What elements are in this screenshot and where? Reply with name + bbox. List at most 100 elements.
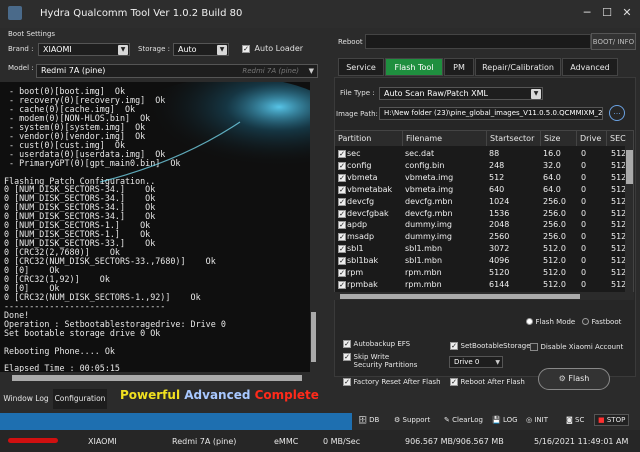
boot-info-button[interactable]: BOOT/ INFO (591, 33, 636, 50)
fastboot-radio[interactable]: Fastboot (582, 317, 621, 326)
support-button[interactable]: ⚙ Support (394, 416, 430, 424)
table-scrollbar[interactable] (625, 146, 633, 295)
table-cell: rpm (347, 268, 364, 277)
row-checkbox[interactable]: ✓ (338, 173, 346, 182)
row-checkbox[interactable]: ✓ (338, 197, 346, 206)
col-partition[interactable]: Partition (335, 131, 403, 146)
clearlog-label: ClearLog (452, 416, 483, 424)
setbootable-label: SetBootableStorage (460, 342, 531, 350)
table-cell: 512 (611, 256, 627, 266)
skip-write-checkbox[interactable]: ✓ Skip Write Security Partitions (343, 353, 423, 369)
db-button[interactable]: 🗄 DB (358, 416, 379, 424)
table-cell: devcfg (347, 196, 375, 206)
row-checkbox[interactable]: ✓ (338, 245, 346, 254)
maximize-icon[interactable]: ☐ (598, 5, 616, 21)
window-title: Hydra Qualcomm Tool Ver 1.0.2 Build 80 (40, 8, 243, 19)
col-sec[interactable]: SEC (607, 131, 633, 146)
reboot-select[interactable] (365, 34, 591, 49)
table-cell: sec.dat (405, 149, 435, 158)
brand-select[interactable]: XIAOMI ▼ (38, 43, 130, 56)
image-path-input[interactable]: H:\New folder (23)\pine_global_images_V1… (379, 107, 603, 120)
row-checkbox[interactable]: ✓ (338, 185, 346, 194)
col-filename[interactable]: Filename (403, 131, 487, 146)
storage-select[interactable]: Auto ▼ (173, 43, 229, 56)
model-select[interactable]: Redmi 7A (pine) Redmi 7A (pine) ▼ (36, 64, 318, 78)
row-checkbox[interactable]: ✓ (338, 150, 346, 158)
table-cell: vbmeta.img (405, 172, 454, 182)
flash-mode-radio[interactable]: Flash Mode (526, 317, 575, 326)
checkbox-checked-icon: ✓ (343, 377, 351, 386)
tab-configuration[interactable]: Configuration (53, 389, 107, 409)
row-checkbox[interactable]: ✓ (338, 233, 346, 242)
tab-window-log[interactable]: Window Log (0, 389, 52, 409)
minimize-icon[interactable]: ─ (578, 5, 596, 21)
init-button[interactable]: ◎ INIT (526, 416, 548, 424)
tab-advanced[interactable]: Advanced (562, 58, 618, 76)
table-cell: 64.0 (543, 172, 561, 182)
table-scrollbar-thumb[interactable] (626, 150, 633, 184)
col-startsector[interactable]: Startsector (487, 131, 541, 146)
chevron-down-icon: ▼ (531, 89, 541, 99)
tab-service[interactable]: Service (338, 58, 384, 76)
table-cell: 512 (611, 279, 627, 289)
setbootable-checkbox[interactable]: ✓ SetBootableStorage (450, 341, 531, 350)
table-cell: 640 (489, 184, 505, 194)
partition-table: Partition Filename Startsector Size Driv… (334, 130, 634, 296)
footer-model: Redmi 7A (pine) (172, 437, 237, 446)
tab-pm[interactable]: PM (444, 58, 474, 76)
flash-button-label: Flash (568, 374, 590, 383)
row-checkbox[interactable]: ✓ (338, 209, 346, 218)
log-hscrollbar-thumb[interactable] (12, 375, 302, 381)
chevron-down-icon: ▼ (217, 45, 227, 55)
table-cell: 4096 (489, 256, 510, 266)
model-hint: Redmi 7A (pine) (242, 67, 299, 75)
drive-select[interactable]: Drive 0 ▼ (449, 356, 503, 368)
col-drive[interactable]: Drive (577, 131, 607, 146)
autobackup-efs-checkbox[interactable]: ✓ Autobackup EFS (343, 339, 410, 348)
table-cell: vbmeta.img (405, 184, 454, 194)
table-cell: 1536 (489, 208, 510, 218)
table-cell: msadp (347, 232, 375, 242)
file-type-select[interactable]: Auto Scan Raw/Patch XML ▼ (379, 87, 543, 100)
clearlog-button[interactable]: ✎ ClearLog (444, 416, 483, 424)
table-cell: 0 (581, 220, 587, 230)
table-cell: 512 (611, 232, 627, 242)
flash-button[interactable]: ⚙ Flash (538, 368, 610, 390)
table-hscrollbar-thumb[interactable] (340, 294, 580, 299)
tab-flash-tool[interactable]: Flash Tool (385, 58, 443, 76)
log-hscrollbar[interactable] (0, 372, 316, 384)
support-label: Support (402, 416, 431, 424)
model-value: Redmi 7A (pine) (41, 66, 106, 75)
factory-reset-checkbox[interactable]: ✓ Factory Reset After Flash (343, 377, 441, 386)
col-size[interactable]: Size (541, 131, 577, 146)
table-cell: dummy.img (405, 220, 452, 230)
footer-storage: eMMC (274, 437, 299, 446)
screenshot-button[interactable]: ◙ SC (566, 416, 584, 424)
table-hscrollbar[interactable] (334, 292, 634, 300)
reboot-after-flash-checkbox[interactable]: ✓ Reboot After Flash (450, 377, 525, 386)
table-cell: rpm.mbn (405, 268, 442, 277)
stop-button[interactable]: ■ STOP (594, 414, 630, 426)
row-checkbox[interactable]: ✓ (338, 269, 346, 277)
radio-empty-icon (582, 318, 589, 325)
close-icon[interactable]: ✕ (618, 5, 636, 21)
tab-repair-calibration[interactable]: Repair/Calibration (475, 58, 561, 76)
table-cell: 256.0 (543, 196, 566, 206)
image-path-label: Image Path: (336, 110, 378, 118)
table-cell: 256.0 (543, 208, 566, 218)
log-scrollbar[interactable] (310, 82, 316, 372)
row-checkbox[interactable]: ✓ (338, 221, 346, 230)
checkbox-checked-icon: ✓ (450, 377, 458, 386)
redacted-mark (8, 438, 58, 443)
disable-xiaomi-checkbox[interactable]: Disable Xiaomi Account (530, 342, 623, 351)
autobackup-efs-label: Autobackup EFS (353, 340, 411, 348)
row-checkbox[interactable]: ✓ (338, 161, 346, 170)
row-checkbox[interactable]: ✓ (338, 280, 346, 289)
db-label: DB (369, 416, 380, 424)
browse-button[interactable]: ... (609, 105, 625, 121)
log-button[interactable]: 💾 LOG (492, 416, 518, 424)
table-cell: 1024 (489, 196, 510, 206)
auto-loader-checkbox[interactable]: ✓ Auto Loader (242, 44, 303, 53)
row-checkbox[interactable]: ✓ (338, 257, 346, 266)
log-scrollbar-thumb[interactable] (311, 312, 316, 362)
